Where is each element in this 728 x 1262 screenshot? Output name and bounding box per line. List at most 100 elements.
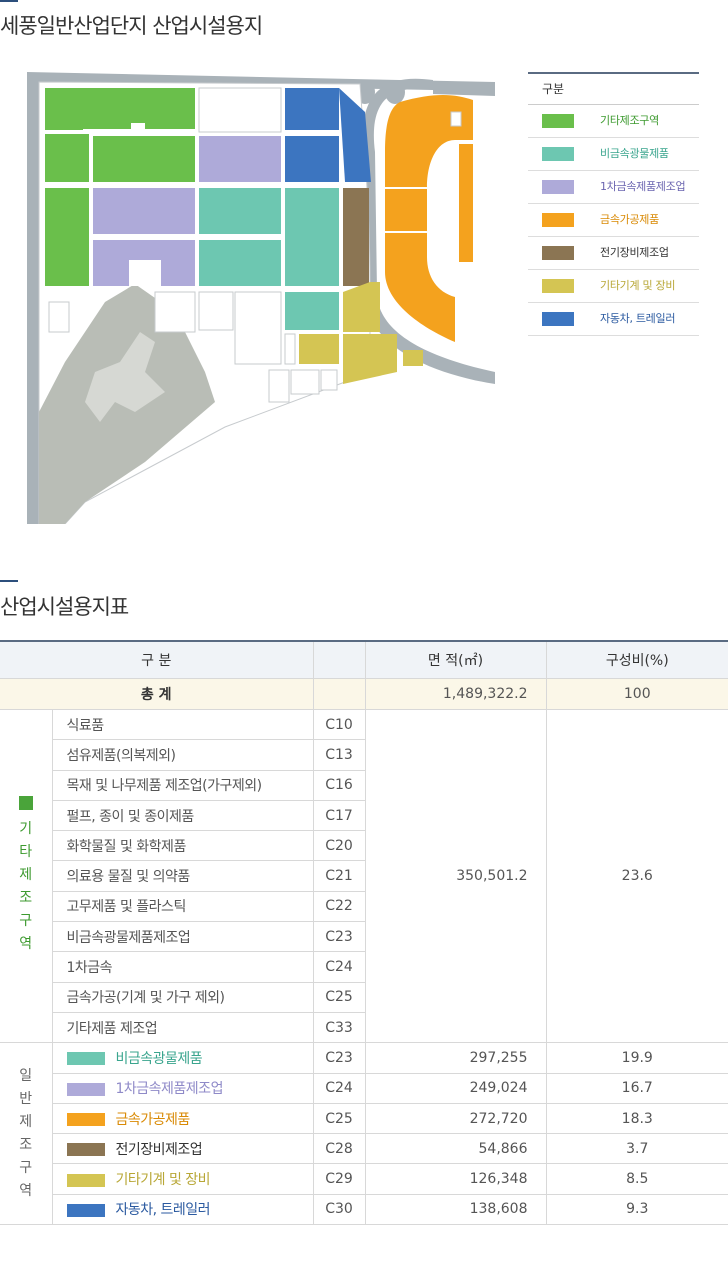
row-name: 금속가공(기계 및 가구 제외) [52,981,314,1013]
legend-item: 기타제조구역 [528,105,699,138]
legend-item: 전기장비제조업 [528,237,699,270]
legend-item: 자동차, 트레일러 [528,303,699,336]
map-zone-mint-1 [199,188,281,234]
row-name: 비금속광물제품제조업 [52,921,314,953]
group-label-char: 역 [19,936,33,953]
row-code: C23 [312,1042,366,1074]
legend-swatch [542,180,574,194]
row-name-cell: 금속가공제품 [52,1102,314,1135]
map-zone-mint-3 [285,188,339,286]
legend-swatch [542,279,574,293]
total-row: 총 계 1,489,322.2 100 [0,678,728,710]
map-zone-lavender-2 [93,188,195,234]
legend-header: 구분 [528,74,699,105]
legend-item: 비금속광물제품 [528,138,699,171]
row-area: 138,608 [364,1193,547,1226]
header-category: 구 분 [0,640,314,679]
row-name-cell: 전기장비제조업 [52,1133,314,1165]
group-label-char: 역 [19,1182,33,1199]
row-ratio: 3.7 [545,1133,728,1165]
legend-label: 비금속광물제품 [600,147,669,160]
legend-swatch [542,114,574,128]
group-label-etc: 기타제조구역 [0,708,53,1044]
row-name: 펄프, 종이 및 종이제품 [52,799,314,832]
legend-item: 금속가공제품 [528,204,699,237]
legend-label: 금속가공제품 [600,213,659,226]
row-code: C24 [312,1072,366,1104]
row-name: 식료품 [51,708,314,741]
row-name: 전기장비제조업 [115,1141,203,1158]
row-name: 기타기계 및 장비 [115,1172,211,1189]
map-roundabout-2 [385,80,405,104]
map-zone-green-top [45,88,195,129]
group-label-char: 반 [19,1090,33,1107]
header-code [312,640,366,679]
map-zone-yellow-4 [403,350,423,366]
row-code: C22 [312,890,365,923]
group-label-char: 제 [19,1113,33,1130]
row-swatch [66,1113,105,1126]
table-row: 기 타 제 조 구 역 식료품 C10 350,501.2 23.6 [0,708,728,1044]
row-code: C23 [312,921,365,953]
row-name-cell: 비금속광물제품 [51,1042,314,1074]
table-section-title: 산업시설용지표 [0,595,129,619]
row-name: 1차금속 [52,951,314,983]
group-label-char: 조 [19,890,33,907]
map-zone-green-mid [93,136,195,182]
row-code: C24 [312,951,365,983]
row-name: 자동차, 트레일러 [115,1202,211,1219]
legend-swatch [542,147,574,161]
map-section-title: 세풍일반산업단지 산업시설용지 [0,14,263,38]
row-code: C10 [312,708,366,741]
row-name-cell: 자동차, 트레일러 [52,1193,314,1226]
map-zone-mint-2 [199,240,281,286]
table-row: 1차금속제품제조업 C24 249,024 16.7 [0,1072,728,1104]
map-zone-blue-1 [285,88,339,130]
total-ratio: 100 [545,678,728,710]
row-code: C13 [312,739,365,771]
row-name: 금속가공제품 [115,1111,191,1128]
table-row: 금속가공제품 C25 272,720 18.3 [0,1102,728,1135]
table-row: 일 반 제 조 구 역 비금속광물제품 C23 297,255 19.9 [0,1042,728,1226]
row-code: C25 [312,981,365,1013]
group-label-char: 조 [19,1136,33,1153]
header-area: 면 적(㎡) [364,640,547,679]
group-area: 350,501.2 [364,708,547,1044]
group-label-char: 제 [19,867,33,884]
table-row: 전기장비제조업 C28 54,866 3.7 [0,1133,728,1165]
table-row: 기타기계 및 장비 C29 126,348 8.5 [0,1163,728,1195]
legend-label: 기타기계 및 장비 [600,279,676,292]
row-code: C20 [312,830,365,862]
group-swatch [18,796,33,811]
row-ratio: 8.5 [545,1163,728,1195]
row-code: C33 [312,1011,365,1044]
legend-item: 기타기계 및 장비 [528,270,699,303]
row-swatch [66,1203,105,1217]
row-swatch [66,1143,105,1157]
row-area: 249,024 [364,1072,547,1104]
row-ratio: 9.3 [545,1193,728,1226]
row-code: C17 [312,799,365,832]
group-label-char: 타 [19,844,33,861]
row-area: 54,866 [364,1133,547,1165]
row-code: C21 [312,860,365,892]
row-name: 의료용 물질 및 의약품 [52,860,314,892]
row-swatch [66,1173,105,1187]
legend-swatch [542,213,574,227]
legend-label: 자동차, 트레일러 [600,312,676,325]
row-code: C16 [312,769,365,801]
total-area: 1,489,322.2 [364,678,547,710]
map-zone-yellow-2 [299,334,339,364]
section-marker [0,580,18,582]
group-label-char: 기 [19,821,33,838]
legend-label: 1차금속제품제조업 [600,180,686,193]
row-area: 272,720 [364,1102,547,1135]
row-ratio: 19.9 [545,1042,728,1074]
row-code: C28 [312,1133,366,1165]
map-zone-mint-4 [285,292,339,330]
map-zone-brown [343,188,369,286]
site-table: 구 분 면 적(㎡) 구성비(%) 총 계 1,489,322.2 100 기타… [0,640,728,1226]
section-marker [0,0,18,2]
map-zone-green-left [45,188,89,286]
header-ratio: 구성비(%) [545,640,728,679]
